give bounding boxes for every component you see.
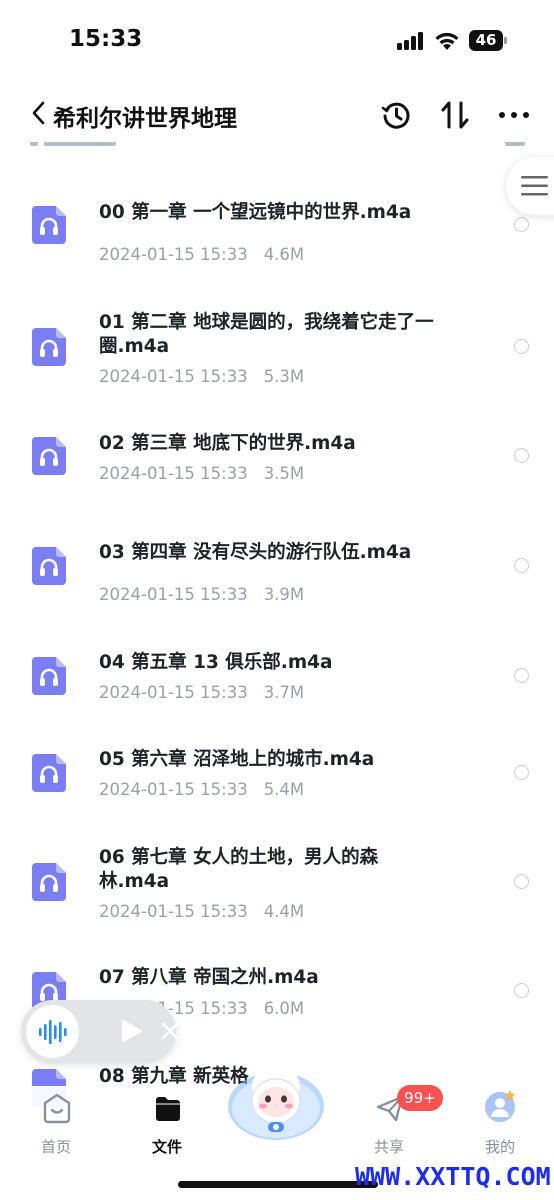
- avatar-icon: [485, 1090, 515, 1122]
- file-size: 4.4M: [263, 902, 305, 921]
- file-name: 05 第六章 沼泽地上的城市.m4a: [99, 749, 375, 770]
- file-name: 00 第一章 一个望远镜中的世界.m4a: [99, 202, 412, 223]
- audio-file-icon: [32, 206, 66, 244]
- audio-file-icon: [32, 547, 66, 585]
- tab-label: 首页: [40, 1138, 71, 1156]
- file-date: 2024-01-15 15:33: [99, 585, 248, 604]
- select-checkbox[interactable]: [514, 668, 529, 683]
- file-date: 2024-01-15 15:33: [99, 245, 248, 264]
- tab-home[interactable]: 首页: [16, 1092, 96, 1156]
- play-button[interactable]: [119, 1019, 143, 1043]
- file-meta: 2024-01-15 15:33 5.3M: [99, 367, 304, 386]
- file-meta: 2024-01-15 15:33 3.7M: [99, 683, 304, 702]
- audio-wave-icon: [39, 1020, 67, 1044]
- tab-files[interactable]: 文件: [127, 1092, 207, 1156]
- tab-label: 文件: [151, 1138, 182, 1156]
- select-checkbox[interactable]: [514, 558, 529, 573]
- file-date: 2024-01-15 15:33: [99, 464, 248, 483]
- player-wave-button[interactable]: [26, 1005, 79, 1058]
- file-name: 06 第七章 女人的土地，男人的森林.m4a: [99, 847, 379, 892]
- audio-file-icon: [32, 437, 66, 475]
- file-date: 2024-01-15 15:33: [99, 780, 248, 799]
- mascot-center-button[interactable]: [226, 1056, 326, 1142]
- select-checkbox[interactable]: [514, 448, 529, 463]
- audio-file-icon: [32, 754, 66, 792]
- watermark: WWW.XXTTQ.COM: [355, 1162, 551, 1191]
- mini-audio-player: [21, 1000, 179, 1063]
- file-size: 3.5M: [263, 464, 305, 483]
- home-icon: [43, 1093, 71, 1124]
- file-name: 07 第八章 帝国之州.m4a: [99, 967, 319, 988]
- file-name: 03 第四章 没有尽头的游行队伍.m4a: [99, 542, 412, 563]
- file-date: 2024-01-15 15:33: [99, 683, 248, 702]
- tab-label: 共享: [373, 1138, 404, 1156]
- share-count-badge: 99+: [397, 1085, 443, 1111]
- file-meta: 2024-01-15 15:33 3.9M: [99, 585, 304, 604]
- file-meta: 2024-01-15 15:33 3.5M: [99, 464, 304, 483]
- select-checkbox[interactable]: [514, 765, 529, 780]
- file-size: 6.0M: [263, 999, 305, 1018]
- file-size: 3.9M: [263, 585, 305, 604]
- file-size: 5.3M: [263, 367, 305, 386]
- audio-file-icon: [32, 657, 66, 695]
- file-meta: 2024-01-15 15:33 4.6M: [99, 245, 304, 264]
- file-name: 04 第五章 13 俱乐部.m4a: [99, 652, 333, 673]
- tab-me[interactable]: 我的: [460, 1090, 540, 1156]
- select-checkbox[interactable]: [514, 874, 529, 889]
- tab-label: 我的: [484, 1138, 515, 1156]
- audio-file-icon: [32, 328, 66, 366]
- file-date: 2024-01-15 15:33: [99, 902, 248, 921]
- file-meta: 2024-01-15 15:33 4.4M: [99, 902, 304, 921]
- select-checkbox[interactable]: [514, 339, 529, 354]
- select-checkbox[interactable]: [514, 217, 529, 232]
- audio-file-icon: [32, 863, 66, 901]
- select-checkbox[interactable]: [514, 983, 529, 998]
- folder-icon: [156, 1097, 180, 1121]
- file-name: 01 第二章 地球是圆的，我绕着它走了一圈.m4a: [99, 312, 434, 357]
- file-name: 02 第三章 地底下的世界.m4a: [99, 433, 356, 454]
- menu-icon: [521, 176, 548, 196]
- file-meta: 2024-01-15 15:33 5.4M: [99, 780, 304, 799]
- home-indicator: [178, 1181, 378, 1188]
- file-browser-screen: 15:33 46 希利尔讲世界地理 00 第一章 一个望远镜中的世界.m4a 2…: [0, 0, 554, 1200]
- file-date: 2024-01-15 15:33: [99, 367, 248, 386]
- file-size: 3.7M: [263, 683, 305, 702]
- file-size: 4.6M: [263, 245, 305, 264]
- close-player-button[interactable]: [160, 1021, 180, 1041]
- file-size: 5.4M: [263, 780, 305, 799]
